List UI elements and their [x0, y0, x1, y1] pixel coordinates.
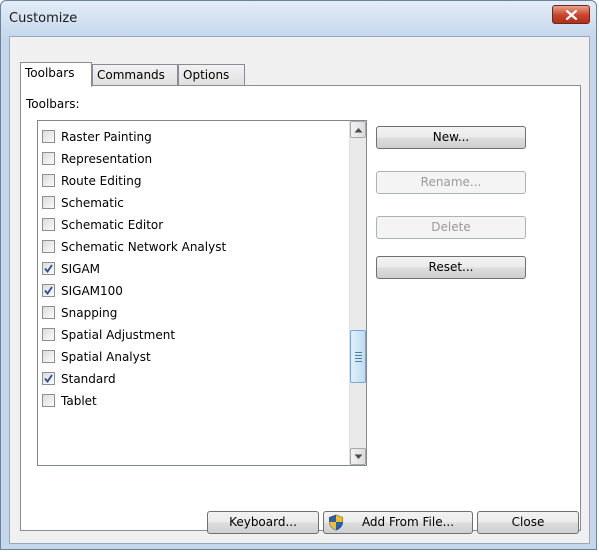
toolbar-item-label: Raster Painting: [61, 130, 152, 144]
add-from-file-label: Add From File...: [361, 515, 455, 529]
toolbar-list-item[interactable]: Schematic Editor: [42, 214, 342, 236]
keyboard-button[interactable]: Keyboard...: [207, 511, 319, 534]
toolbar-item-label: Tablet: [61, 394, 97, 408]
toolbar-list-item[interactable]: SIGAM100: [42, 280, 342, 302]
uac-shield-icon: [329, 514, 343, 531]
title-bar[interactable]: Customize: [1, 1, 596, 36]
toolbar-checkbox[interactable]: [42, 306, 55, 319]
close-window-button[interactable]: [552, 5, 590, 24]
thumb-grip: [355, 358, 362, 359]
scroll-thumb[interactable]: [350, 330, 366, 383]
toolbar-item-label: Schematic Editor: [61, 218, 164, 232]
checkmark-icon: [44, 374, 53, 383]
add-from-file-button[interactable]: Add From File...: [323, 511, 473, 534]
reset-toolbar-button[interactable]: Reset...: [376, 256, 526, 279]
toolbar-list-item[interactable]: Schematic: [42, 192, 342, 214]
toolbar-list-item[interactable]: Standard: [42, 368, 342, 390]
toolbar-checkbox[interactable]: [42, 240, 55, 253]
toolbar-item-label: Schematic: [61, 196, 124, 210]
scroll-up-button[interactable]: [350, 121, 366, 138]
checkmark-icon: [44, 286, 53, 295]
close-x-icon: [566, 10, 577, 20]
toolbar-list-item[interactable]: Spatial Analyst: [42, 346, 342, 368]
toolbar-item-label: Route Editing: [61, 174, 142, 188]
toolbar-checkbox[interactable]: [42, 350, 55, 363]
tab-options[interactable]: Options: [178, 64, 245, 85]
scroll-down-arrow-icon: [354, 454, 363, 459]
toolbar-checkbox[interactable]: [42, 130, 55, 143]
new-toolbar-button[interactable]: New...: [376, 126, 526, 149]
window-title: Customize: [9, 11, 78, 26]
checkmark-icon: [44, 264, 53, 273]
dialog-client-area: Toolbars Commands Options Toolbars: Rast…: [9, 36, 590, 544]
toolbar-checkbox[interactable]: [42, 218, 55, 231]
vertical-scrollbar[interactable]: [349, 121, 366, 465]
toolbar-list-item[interactable]: Raster Painting: [42, 126, 342, 148]
tab-commands[interactable]: Commands: [92, 64, 178, 85]
toolbar-item-label: SIGAM100: [61, 284, 123, 298]
toolbar-item-label: Representation: [61, 152, 153, 166]
toolbar-item-label: SIGAM: [61, 262, 101, 276]
toolbar-list-item[interactable]: Spatial Adjustment: [42, 324, 342, 346]
toolbar-item-label: Standard: [61, 372, 116, 386]
toolbar-checkbox[interactable]: [42, 328, 55, 341]
toolbar-list-item[interactable]: Tablet: [42, 390, 342, 412]
toolbar-list-item[interactable]: SIGAM: [42, 258, 342, 280]
tab-toolbars[interactable]: Toolbars: [20, 62, 92, 87]
toolbar-item-label: Spatial Adjustment: [61, 328, 176, 342]
toolbar-checkbox[interactable]: [42, 262, 55, 275]
thumb-grip: [355, 361, 362, 362]
toolbar-list-item[interactable]: Route Editing: [42, 170, 342, 192]
toolbars-listbox[interactable]: Raster Painting Representation Route Editi…: [37, 120, 367, 466]
toolbar-item-label: Schematic Network Analyst: [61, 240, 227, 254]
thumb-grip: [355, 352, 362, 353]
toolbar-checkbox[interactable]: [42, 394, 55, 407]
rename-toolbar-button[interactable]: Rename...: [376, 171, 526, 194]
toolbar-checkbox[interactable]: [42, 196, 55, 209]
toolbar-checkbox[interactable]: [42, 152, 55, 165]
toolbar-checkbox[interactable]: [42, 284, 55, 297]
toolbar-item-label: Snapping: [61, 306, 118, 320]
toolbar-list-item[interactable]: Representation: [42, 148, 342, 170]
toolbar-list-item[interactable]: Snapping: [42, 302, 342, 324]
toolbars-label: Toolbars:: [26, 97, 80, 111]
customize-dialog: Customize Toolbars Commands Options Tool…: [0, 0, 597, 550]
toolbar-item-label: Spatial Analyst: [61, 350, 151, 364]
thumb-grip: [355, 355, 362, 356]
toolbar-checkbox[interactable]: [42, 174, 55, 187]
close-button[interactable]: Close: [477, 511, 579, 534]
scroll-up-arrow-icon: [354, 128, 363, 133]
toolbar-checkbox[interactable]: [42, 372, 55, 385]
delete-toolbar-button[interactable]: Delete: [376, 216, 526, 239]
toolbar-list-item[interactable]: Schematic Network Analyst: [42, 236, 342, 258]
scroll-down-button[interactable]: [350, 448, 366, 465]
